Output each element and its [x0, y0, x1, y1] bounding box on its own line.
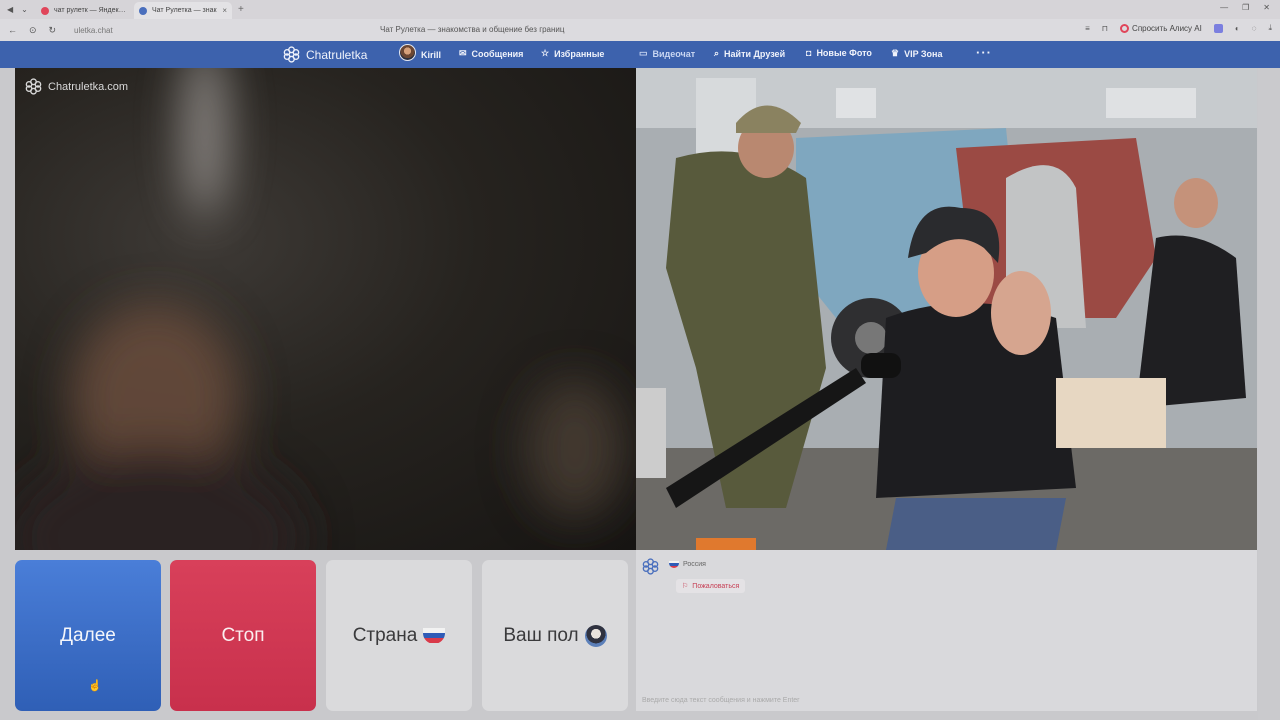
nav-vip[interactable]: ♛ VIP Зона	[891, 48, 943, 59]
own-video-frame	[636, 68, 1257, 550]
close-tab-icon[interactable]: ×	[222, 6, 227, 15]
nav-videochat[interactable]: ▭ Видеочат	[639, 48, 695, 59]
nav-new-photos-label: Новые Фото	[816, 48, 872, 58]
tab-label: чат рулетк — Яндекс: наш	[54, 7, 129, 14]
settings-icon[interactable]: ◌	[1252, 24, 1257, 33]
country-button-label: Страна	[352, 624, 418, 646]
stop-button-label: Стоп	[221, 624, 265, 646]
nav-vip-label: VIP Зона	[904, 48, 943, 59]
own-video	[636, 68, 1257, 550]
address-tools: ≡ ⊓ Спросить Алису AI ◐ ◌ ⤓	[1085, 23, 1272, 33]
chatruletka-logo-icon	[283, 46, 300, 63]
alice-button[interactable]: Спросить Алису AI	[1120, 23, 1202, 33]
watermark-label: Chatruletka.com	[48, 80, 129, 93]
nav-messages-label: Сообщения	[471, 48, 524, 59]
dropdown-icon[interactable]: ⌄	[21, 5, 28, 14]
video-icon: ▭	[639, 48, 648, 58]
reload-icon[interactable]: ↻	[49, 25, 57, 36]
chatruletka-logo-icon	[642, 558, 659, 575]
site-nav: Chatruletka Kirill ✉ Сообщения ☆ Избранн…	[0, 41, 1280, 68]
address-bar: ← ⊙ ↻ uletka.chat Чат Рулетка — знакомст…	[0, 19, 1280, 41]
browser-tab-chatruletka[interactable]: Чат Рулетка — знак ×	[134, 2, 232, 19]
minimize-icon[interactable]: —	[1220, 3, 1228, 12]
nav-find-friends[interactable]: ⌕ Найти Друзей	[714, 48, 785, 59]
bookmark-icon[interactable]: ⊓	[1102, 24, 1108, 33]
partner-video-frame	[15, 68, 625, 550]
more-menu-icon[interactable]: ···	[976, 45, 992, 60]
tab-label: Чат Рулетка — знак	[152, 7, 217, 14]
russia-flag-icon	[669, 561, 679, 568]
tab-nav-controls: ◀ ⌄	[0, 5, 36, 14]
chatruletka-logo-icon	[25, 78, 42, 95]
chat-input[interactable]: Введите сюда текст сообщения и нажмите E…	[642, 697, 1242, 704]
country-button[interactable]: Страна	[326, 560, 472, 711]
new-tab-icon[interactable]: +	[238, 4, 244, 15]
alice-icon	[1120, 23, 1130, 33]
page-title: Чат Рулетка — знакомства и общение без г…	[380, 25, 565, 34]
url-field[interactable]: uletka.chat	[74, 26, 374, 35]
mouse-cursor-icon: ☝	[88, 680, 102, 692]
brand-logo[interactable]: Chatruletka	[283, 46, 367, 63]
chatruletka-favicon-icon	[139, 6, 147, 15]
maximize-icon[interactable]: ❐	[1242, 3, 1249, 12]
partner-country-label: Россия	[683, 561, 706, 568]
watermark: Chatruletka.com	[25, 78, 128, 95]
partner-video: Chatruletka.com	[15, 68, 636, 550]
brand-name: Chatruletka	[306, 47, 368, 62]
nav-find-friends-label: Найти Друзей	[724, 48, 786, 59]
nav-videochat-label: Видеочат	[652, 48, 696, 59]
nav-profile[interactable]: Kirill	[399, 44, 442, 61]
yandex-favicon-icon	[41, 6, 49, 15]
crown-icon: ♛	[891, 48, 900, 58]
nav-user-label: Kirill	[421, 49, 442, 60]
nav-new-photos[interactable]: ◘ Новые Фото	[806, 48, 872, 58]
star-icon: ☆	[541, 48, 550, 58]
browser-tab-strip: ◀ ⌄ чат рулетк — Яндекс: наш Чат Рулетка…	[0, 0, 1280, 19]
nav-favorites[interactable]: ☆ Избранные	[541, 48, 604, 59]
shield-icon[interactable]: ◐	[1235, 24, 1240, 33]
nav-messages[interactable]: ✉ Сообщения	[459, 48, 523, 59]
next-button-label: Далее	[60, 624, 116, 646]
extension-icon[interactable]	[1213, 23, 1223, 33]
gender-icon	[584, 624, 607, 647]
stop-button[interactable]: Стоп	[170, 560, 316, 711]
address-nav: ← ⊙ ↻	[0, 25, 74, 36]
flag-icon: ⚐	[682, 583, 689, 590]
alice-label: Спросить Алису AI	[1132, 23, 1202, 33]
forward-icon[interactable]: ⊙	[29, 25, 37, 36]
window-controls: — ❐ ✕	[1220, 3, 1270, 12]
avatar	[399, 44, 416, 61]
nav-favorites-label: Избранные	[554, 48, 605, 59]
back-arrow-icon[interactable]: ←	[8, 25, 17, 36]
gender-button[interactable]: Ваш пол	[482, 560, 628, 711]
search-icon: ⌕	[714, 48, 720, 58]
browser-tab-yandex[interactable]: чат рулетк — Яндекс: наш	[36, 2, 134, 19]
page-scrollbar[interactable]	[1258, 68, 1280, 720]
russia-flag-icon	[423, 627, 446, 644]
envelope-icon: ✉	[459, 48, 467, 58]
report-button[interactable]: ⚐ Пожаловаться	[676, 579, 746, 593]
close-window-icon[interactable]: ✕	[1263, 3, 1270, 12]
partner-country: Россия	[669, 561, 706, 568]
report-label: Пожаловаться	[692, 582, 740, 590]
menu-icon[interactable]: ≡	[1085, 24, 1090, 33]
camera-icon: ◘	[806, 48, 812, 58]
download-icon[interactable]: ⤓	[1268, 23, 1272, 33]
gender-button-label: Ваш пол	[503, 624, 579, 646]
chat-panel: Россия ⚐ Пожаловаться Введите сюда текст…	[636, 550, 1257, 711]
back-icon[interactable]: ◀	[7, 5, 13, 14]
